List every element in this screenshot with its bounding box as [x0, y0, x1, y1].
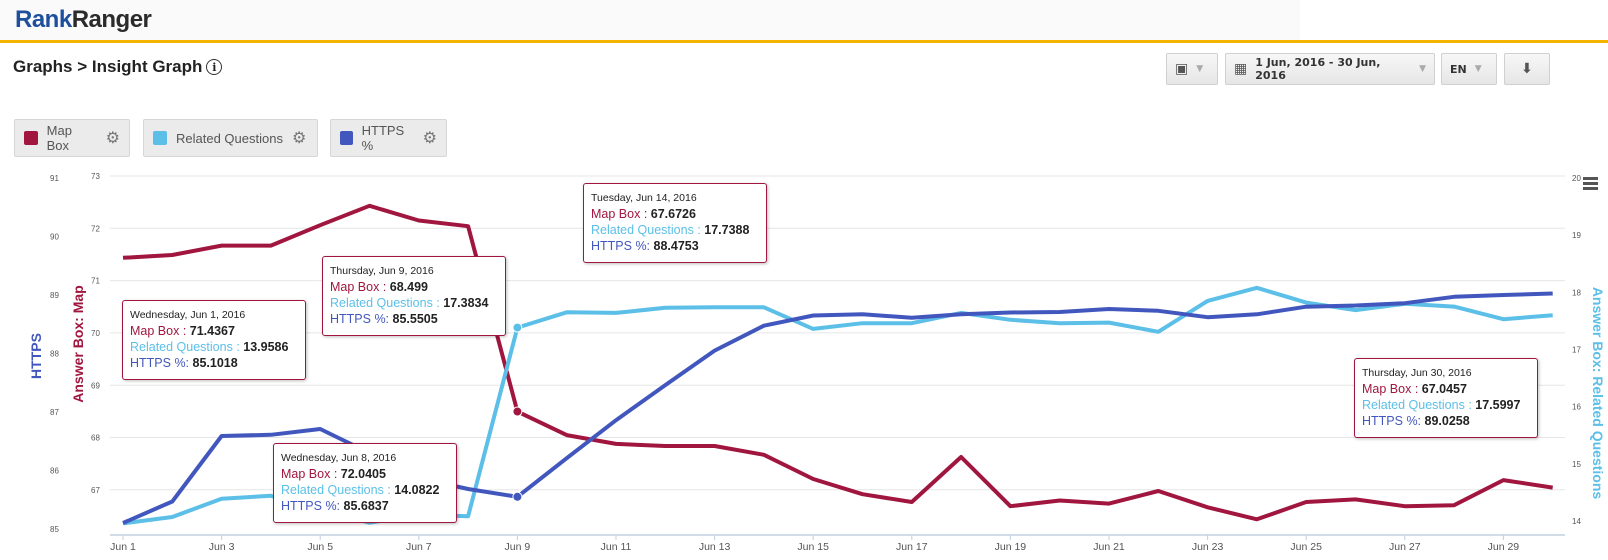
tooltip-date: Wednesday, Jun 8, 2016 — [281, 452, 397, 464]
x-tick-label: Jun 15 — [797, 541, 829, 553]
tooltip-series-label: Related Questions — [591, 223, 694, 237]
tooltip-value: 14.0822 — [394, 483, 440, 497]
tooltip-series-label: HTTPS %: — [591, 239, 651, 253]
data-point-marker — [512, 322, 523, 333]
tooltip-date: Wednesday, Jun 1, 2016 — [130, 309, 246, 321]
tooltip-value: 67.0457 — [1421, 382, 1467, 396]
x-tick-label: Jun 27 — [1389, 541, 1421, 553]
chart-menu-icon[interactable] — [1583, 177, 1598, 192]
tooltip: Tuesday, Jun 14, 2016 Map Box : 67.6726 Re… — [583, 183, 767, 263]
insight-line-chart: Jun 1 Jun 3 Jun 5 Jun 7 Jun 9 Jun 11 Jun 13 Jun… — [28, 172, 1606, 553]
x-tick-label: Jun 3 — [209, 541, 235, 553]
tooltip-value: 13.9586 — [243, 340, 289, 354]
x-tick-label: Jun 19 — [995, 541, 1027, 553]
x-tick-label: Jun 11 — [601, 541, 632, 553]
rq-axis-tick-label: 18 — [1572, 288, 1581, 297]
map-axis-tick-label: 68 — [91, 434, 100, 443]
tooltip-series-label: HTTPS %: — [281, 499, 341, 513]
map-axis-tick-label: 73 — [91, 172, 100, 181]
tooltip-value: 71.4367 — [189, 324, 235, 338]
tooltip-date: Thursday, Jun 30, 2016 — [1362, 367, 1472, 379]
rq-axis-tick-label: 19 — [1572, 231, 1581, 240]
tooltip-value: 17.7388 — [704, 223, 750, 237]
x-tick-label: Jun 25 — [1290, 541, 1322, 553]
tooltip-value: 85.6837 — [343, 499, 389, 513]
https-axis-tick-label: 85 — [50, 525, 59, 534]
x-tick-label: Jun 23 — [1192, 541, 1224, 553]
rq-axis-tick-label: 20 — [1572, 174, 1581, 183]
tooltip-value: 72.0405 — [340, 467, 386, 481]
x-tick-label: Jun 7 — [406, 541, 432, 553]
tooltip-series-label: HTTPS %: — [1362, 414, 1422, 428]
https-axis-tick-label: 86 — [50, 467, 59, 476]
tooltip: Wednesday, Jun 8, 2016 Map Box : 72.0405 R… — [273, 443, 457, 523]
tooltip-series-label: Map Box — [591, 207, 641, 221]
tooltip-value: 17.3834 — [443, 296, 489, 310]
x-tick-label: Jun 13 — [699, 541, 731, 553]
map-axis-tick-label: 67 — [91, 486, 100, 495]
tooltip-series-label: Related Questions — [1362, 398, 1465, 412]
map-axis-title: Answer Box: Map — [70, 285, 86, 402]
x-tick-label: Jun 21 — [1093, 541, 1125, 553]
tooltip-value: 17.5997 — [1475, 398, 1521, 412]
tooltip-series-label: Map Box — [330, 280, 380, 294]
x-tick-label: Jun 5 — [307, 541, 333, 553]
tooltip-series-label: Related Questions — [330, 296, 433, 310]
tooltip-series-label: Map Box — [281, 467, 331, 481]
map-axis-tick-label: 72 — [91, 224, 100, 233]
tooltip-series-label: Related Questions — [281, 483, 384, 497]
https-axis-tick-label: 90 — [50, 233, 59, 242]
tooltip-value: 85.1018 — [192, 356, 238, 370]
tooltip-series-label: Related Questions — [130, 340, 233, 354]
tooltip-date: Tuesday, Jun 14, 2016 — [591, 192, 697, 204]
https-axis-tick-label: 88 — [50, 350, 59, 359]
x-tick-label: Jun 9 — [505, 541, 531, 553]
map-axis-tick-label: 70 — [91, 329, 100, 338]
tooltip-value: 85.5505 — [392, 312, 438, 326]
x-tick-label: Jun 1 — [110, 541, 136, 553]
tooltip-series-label: HTTPS %: — [330, 312, 390, 326]
tooltip-series-label: Map Box — [130, 324, 180, 338]
x-tick-label: Jun 29 — [1488, 541, 1520, 553]
https-axis-title: HTTPS — [28, 333, 44, 379]
tooltip-value: 88.4753 — [653, 239, 699, 253]
tooltip-date: Thursday, Jun 9, 2016 — [330, 265, 434, 277]
tooltip: Thursday, Jun 30, 2016 Map Box : 67.0457 R… — [1354, 358, 1538, 438]
tooltip-value: 67.6726 — [650, 207, 696, 221]
data-point-marker — [512, 491, 523, 502]
tooltip-series-label: Map Box — [1362, 382, 1412, 396]
map-axis-tick-label: 69 — [91, 381, 100, 390]
rq-axis-tick-label: 15 — [1572, 460, 1581, 469]
rq-axis-tick-label: 17 — [1572, 346, 1581, 355]
data-point-marker — [512, 406, 523, 417]
tooltip: Wednesday, Jun 1, 2016 Map Box : 71.4367 R… — [122, 300, 306, 380]
https-axis-tick-label: 91 — [50, 174, 59, 183]
https-axis-tick-label: 89 — [50, 291, 59, 300]
x-tick-label: Jun 17 — [896, 541, 928, 553]
tooltip-value: 89.0258 — [1424, 414, 1470, 428]
rq-axis-title: Answer Box: Related Questions — [1590, 287, 1606, 500]
tooltip-value: 68.499 — [389, 280, 428, 294]
https-axis-tick-label: 87 — [50, 408, 59, 417]
tooltip-series-label: HTTPS %: — [130, 356, 190, 370]
map-axis-tick-label: 71 — [91, 277, 100, 286]
rq-axis-tick-label: 14 — [1572, 517, 1581, 526]
tooltip: Thursday, Jun 9, 2016 Map Box : 68.499 Rel… — [322, 256, 506, 336]
rq-axis-tick-label: 16 — [1572, 403, 1581, 412]
